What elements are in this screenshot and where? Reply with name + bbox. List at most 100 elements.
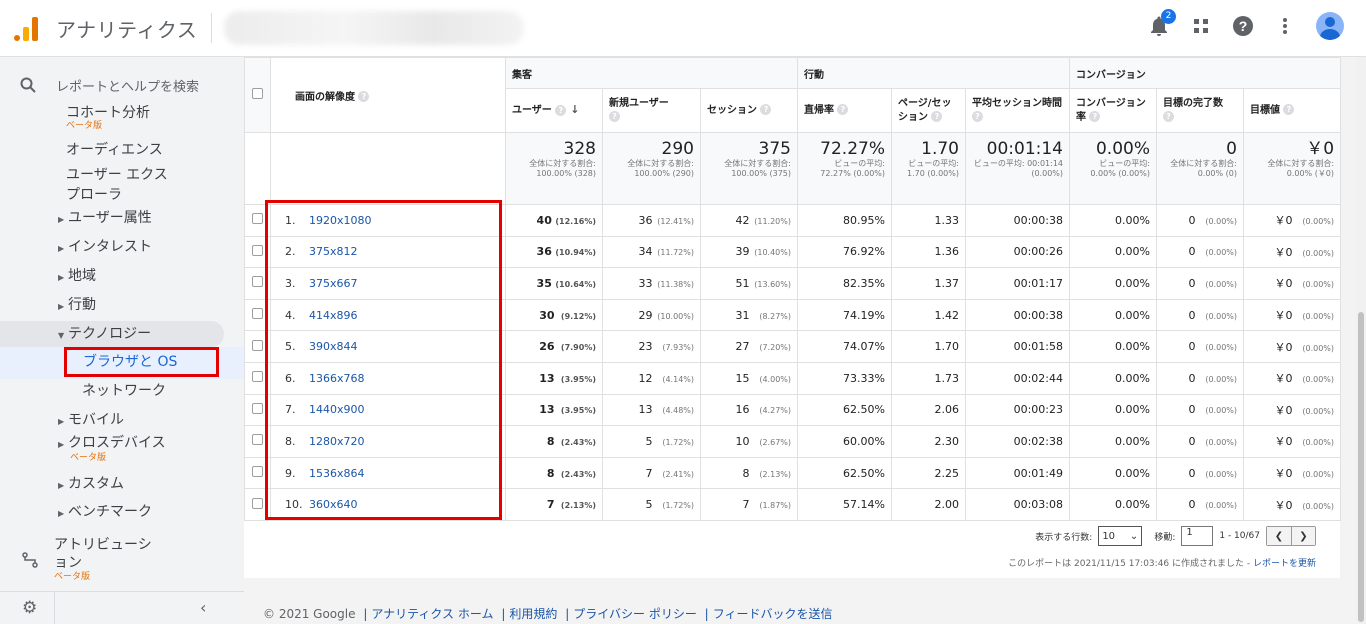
chevron-left-icon[interactable]: ‹ — [200, 598, 206, 617]
help-icon[interactable]: ? — [1232, 15, 1254, 37]
col-pages-per-session[interactable]: ページ/セッション ? — [891, 88, 966, 133]
sidebar-item-browser-os[interactable]: ブラウザと OS — [64, 347, 219, 377]
table-row: 2. 375x812 36 (10.94%) 34 (11.72%) 39 (10.40… — [244, 235, 1342, 269]
caret-right-icon: ▶ — [58, 302, 65, 311]
gear-icon[interactable]: ⚙ — [22, 598, 37, 618]
cell-avg-session-duration: 00:00:26 — [965, 235, 1070, 269]
row-checkbox[interactable] — [244, 204, 271, 237]
row-dimension: 5. 390x844 — [270, 330, 506, 363]
row-checkbox[interactable] — [244, 330, 271, 363]
cell-goal-value: ￥0 (0.00%) — [1242, 330, 1342, 363]
sidebar-item-user-explorer[interactable]: ユーザー エクスプローラ — [0, 165, 180, 205]
row-dimension: 2. 375x812 — [270, 235, 506, 269]
sidebar-item-cross-device[interactable]: ▶ クロスデバイス ベータ版 — [0, 435, 224, 463]
sidebar-item-behavior[interactable]: ▶ 行動 — [0, 296, 224, 316]
select-all-checkbox[interactable] — [244, 57, 271, 133]
col-goal-completions[interactable]: 目標の完了数? — [1156, 88, 1244, 133]
cell-goal-completions: 0 (0.00%) — [1156, 235, 1244, 269]
footer-link-terms[interactable]: 利用規約 — [509, 607, 557, 621]
dimension-link[interactable]: 1280x720 — [309, 435, 365, 448]
sort-desc-icon: ↓ — [570, 103, 580, 116]
caret-right-icon: ▶ — [58, 215, 65, 224]
row-checkbox[interactable] — [244, 267, 271, 300]
row-dimension: 3. 375x667 — [270, 267, 506, 300]
footer-link-privacy[interactable]: プライバシー ポリシー — [573, 607, 697, 621]
sidebar-item-technology[interactable]: ▼ テクノロジー — [0, 321, 224, 347]
caret-right-icon: ▶ — [58, 244, 65, 253]
footer-link-home[interactable]: アナリティクス ホーム — [371, 607, 493, 621]
cell-sessions: 27 (7.20%) — [700, 330, 798, 363]
account-selector[interactable] — [224, 11, 525, 45]
cell-conversion-rate: 0.00% — [1069, 330, 1157, 363]
col-sessions[interactable]: セッション ? — [700, 88, 798, 133]
dimension-link[interactable]: 360x640 — [309, 498, 358, 511]
scrollbar-thumb[interactable] — [1358, 312, 1364, 622]
col-new-users[interactable]: 新規ユーザー? — [602, 88, 701, 133]
cell-sessions: 16 (4.27%) — [700, 393, 798, 427]
rows-per-page-select[interactable]: 10 ⌄ — [1098, 526, 1143, 546]
dimension-link[interactable]: 414x896 — [309, 309, 358, 322]
col-goal-value[interactable]: 目標値 ? — [1242, 88, 1342, 133]
row-checkbox[interactable] — [244, 361, 271, 395]
sidebar-item-audience[interactable]: オーディエンス — [0, 141, 224, 159]
cell-avg-session-duration: 00:00:38 — [965, 298, 1070, 332]
page-scrollbar[interactable] — [1356, 57, 1366, 624]
cell-pages-per-session: 1.73 — [891, 361, 966, 395]
sidebar-item-mobile[interactable]: ▶ モバイル — [0, 411, 224, 431]
goto-label: 移動: — [1154, 532, 1176, 543]
sidebar-item-benchmark[interactable]: ▶ ベンチマーク — [0, 503, 224, 523]
cell-goal-value: ￥0 (0.00%) — [1242, 267, 1342, 300]
sidebar-item-attribution[interactable]: アトリビューション ベータ版 — [0, 534, 244, 586]
notifications-icon[interactable]: 2 — [1148, 9, 1176, 37]
row-dimension: 10. 360x640 — [270, 488, 506, 521]
cell-users: 7 (2.13%) — [505, 488, 603, 521]
app-title[interactable]: アナリティクス — [56, 14, 197, 43]
col-conversion-rate[interactable]: コンバージョン率 ? — [1069, 88, 1157, 133]
dimension-link[interactable]: 390x844 — [309, 340, 358, 353]
row-checkbox[interactable] — [244, 425, 271, 458]
cell-avg-session-duration: 00:01:58 — [965, 330, 1070, 363]
dimension-header[interactable]: 画面の解像度 ? — [270, 57, 506, 133]
cell-users: 8 (2.43%) — [505, 425, 603, 458]
cell-pages-per-session: 2.25 — [891, 456, 966, 490]
total-users: 328 全体に対する割合: 100.00% (328) — [505, 132, 603, 205]
col-users[interactable]: ユーザー ? ↓ — [505, 88, 603, 133]
dimension-link[interactable]: 375x667 — [309, 277, 358, 290]
row-checkbox[interactable] — [244, 488, 271, 521]
cell-conversion-rate: 0.00% — [1069, 267, 1157, 300]
row-checkbox[interactable] — [244, 393, 271, 427]
sidebar-item-geo[interactable]: ▶ 地域 — [0, 267, 224, 287]
footer-link-feedback[interactable]: フィードバックを送信 — [713, 607, 833, 621]
analytics-logo-icon[interactable] — [14, 15, 40, 41]
sidebar-item-demographics[interactable]: ▶ ユーザー属性 — [0, 209, 224, 229]
col-avg-session-duration[interactable]: 平均セッション時間 ? — [965, 88, 1070, 133]
row-checkbox[interactable] — [244, 235, 271, 269]
cell-sessions: 15 (4.00%) — [700, 361, 798, 395]
sidebar-item-network[interactable]: ネットワーク — [0, 381, 224, 401]
cell-users: 30 (9.12%) — [505, 298, 603, 332]
col-bounce-rate[interactable]: 直帰率 ? — [797, 88, 892, 133]
total-goal-value: ￥0 全体に対する割合: 0.00% (￥0) — [1242, 132, 1342, 205]
table-row: 7. 1440x900 13 (3.95%) 13 (4.48%) 16 (4.27%)… — [244, 393, 1342, 427]
dimension-link[interactable]: 375x812 — [309, 245, 358, 258]
dimension-link[interactable]: 1920x1080 — [309, 214, 372, 227]
cell-sessions: 42 (11.20%) — [700, 204, 798, 237]
caret-right-icon: ▶ — [58, 509, 65, 518]
apps-grid-icon[interactable] — [1190, 15, 1212, 37]
next-page-icon[interactable]: ❯ — [1291, 527, 1315, 545]
sidebar-item-interests[interactable]: ▶ インタレスト — [0, 238, 224, 258]
dimension-link[interactable]: 1366x768 — [309, 372, 365, 385]
goto-input[interactable]: 1 — [1181, 526, 1214, 546]
report-generated-info: このレポートは 2021/11/15 17:03:46 に作成されました - レ… — [1008, 559, 1316, 569]
refresh-report-link[interactable]: レポートを更新 — [1253, 559, 1316, 569]
prev-page-icon[interactable]: ❮ — [1267, 527, 1291, 545]
row-checkbox[interactable] — [244, 298, 271, 332]
row-checkbox[interactable] — [244, 456, 271, 490]
user-avatar[interactable] — [1316, 12, 1344, 40]
sidebar-item-custom[interactable]: ▶ カスタム — [0, 475, 224, 495]
sidebar-item-cohort[interactable]: コホート分析 ベータ版 — [0, 105, 224, 133]
more-vert-icon[interactable] — [1274, 15, 1296, 37]
cell-goal-value: ￥0 (0.00%) — [1242, 393, 1342, 427]
dimension-link[interactable]: 1536x864 — [309, 467, 365, 480]
dimension-link[interactable]: 1440x900 — [309, 403, 365, 416]
